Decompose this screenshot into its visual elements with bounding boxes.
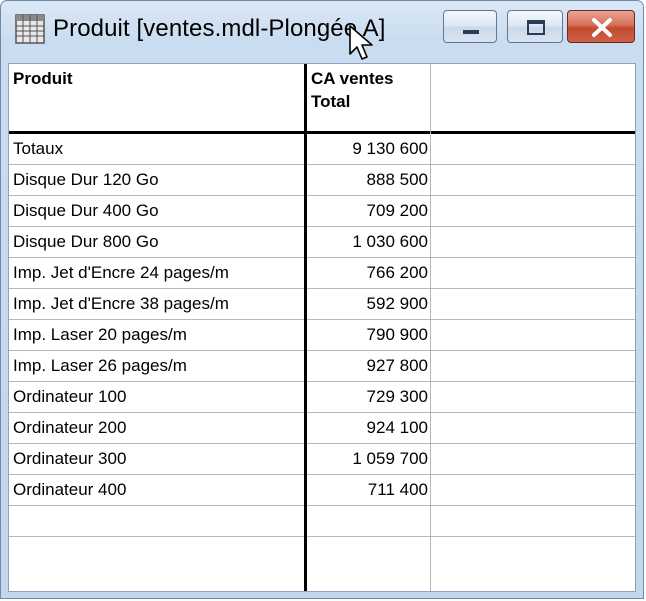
cell-product[interactable]: Ordinateur 400: [13, 475, 304, 505]
cell-sales-total[interactable]: 9 130 600: [307, 134, 428, 164]
cell-sales-total[interactable]: 927 800: [307, 351, 428, 381]
cell-sales-total[interactable]: 1 059 700: [307, 444, 428, 474]
cell-sales-total[interactable]: 711 400: [307, 475, 428, 505]
table-body: Totaux 9 130 600 Disque Dur 120 Go 888 500 D…: [9, 134, 635, 537]
cell-sales-total[interactable]: [307, 506, 428, 536]
maximize-button[interactable]: [507, 10, 563, 43]
mouse-pointer-icon: [349, 25, 373, 60]
cell-product[interactable]: Disque Dur 120 Go: [13, 165, 304, 195]
close-button[interactable]: [567, 10, 635, 43]
table-row[interactable]: Imp. Jet d'Encre 38 pages/m 592 900: [9, 289, 635, 320]
data-grid[interactable]: Produit CA ventes Total Totaux 9 130 600 D…: [9, 64, 635, 591]
table-row[interactable]: Ordinateur 300 1 059 700: [9, 444, 635, 475]
cell-sales-total[interactable]: 924 100: [307, 413, 428, 443]
column-divider: [304, 64, 307, 591]
table-row[interactable]: Ordinateur 400 711 400: [9, 475, 635, 506]
cell-sales-total[interactable]: 888 500: [307, 165, 428, 195]
cell-product[interactable]: Ordinateur 300: [13, 444, 304, 474]
table-row[interactable]: Imp. Laser 26 pages/m 927 800: [9, 351, 635, 382]
cell-sales-total[interactable]: 592 900: [307, 289, 428, 319]
minimize-icon: [463, 30, 479, 34]
cell-product[interactable]: Totaux: [13, 134, 304, 164]
cell-product[interactable]: Disque Dur 400 Go: [13, 196, 304, 226]
table-grid-icon[interactable]: [15, 14, 45, 44]
column-divider: [430, 64, 431, 591]
cell-sales-total[interactable]: 709 200: [307, 196, 428, 226]
title-bar[interactable]: Produit [ventes.mdl-Plongée A]: [1, 1, 643, 63]
cell-product[interactable]: Imp. Jet d'Encre 24 pages/m: [13, 258, 304, 288]
table-row[interactable]: Imp. Jet d'Encre 24 pages/m 766 200: [9, 258, 635, 289]
cell-product[interactable]: Ordinateur 200: [13, 413, 304, 443]
close-icon: [592, 18, 612, 37]
table-row[interactable]: [9, 506, 635, 537]
table-row[interactable]: Totaux 9 130 600: [9, 134, 635, 165]
cell-sales-total[interactable]: 790 900: [307, 320, 428, 350]
column-header-sales-total[interactable]: CA ventes Total: [307, 64, 419, 131]
cell-sales-total[interactable]: 729 300: [307, 382, 428, 412]
cell-product[interactable]: Imp. Laser 26 pages/m: [13, 351, 304, 381]
cell-sales-total[interactable]: 766 200: [307, 258, 428, 288]
maximize-icon: [527, 20, 545, 35]
cell-product[interactable]: Ordinateur 100: [13, 382, 304, 412]
cell-product[interactable]: Imp. Jet d'Encre 38 pages/m: [13, 289, 304, 319]
table-row[interactable]: Disque Dur 400 Go 709 200: [9, 196, 635, 227]
header-row: Produit CA ventes Total: [9, 64, 635, 134]
table-row[interactable]: Disque Dur 120 Go 888 500: [9, 165, 635, 196]
cell-product[interactable]: [13, 506, 304, 536]
table-view[interactable]: Produit CA ventes Total Totaux 9 130 600 D…: [8, 63, 636, 592]
table-row[interactable]: Disque Dur 800 Go 1 030 600: [9, 227, 635, 258]
table-row[interactable]: Imp. Laser 20 pages/m 790 900: [9, 320, 635, 351]
minimize-button[interactable]: [443, 10, 497, 43]
table-row[interactable]: Ordinateur 100 729 300: [9, 382, 635, 413]
cell-product[interactable]: Disque Dur 800 Go: [13, 227, 304, 257]
cell-product[interactable]: Imp. Laser 20 pages/m: [13, 320, 304, 350]
cell-sales-total[interactable]: 1 030 600: [307, 227, 428, 257]
window-title: Produit [ventes.mdl-Plongée A]: [53, 15, 386, 42]
table-row[interactable]: Ordinateur 200 924 100: [9, 413, 635, 444]
app-window: Produit [ventes.mdl-Plongée A] Produit C…: [0, 0, 644, 599]
column-header-product[interactable]: Produit: [9, 64, 304, 131]
